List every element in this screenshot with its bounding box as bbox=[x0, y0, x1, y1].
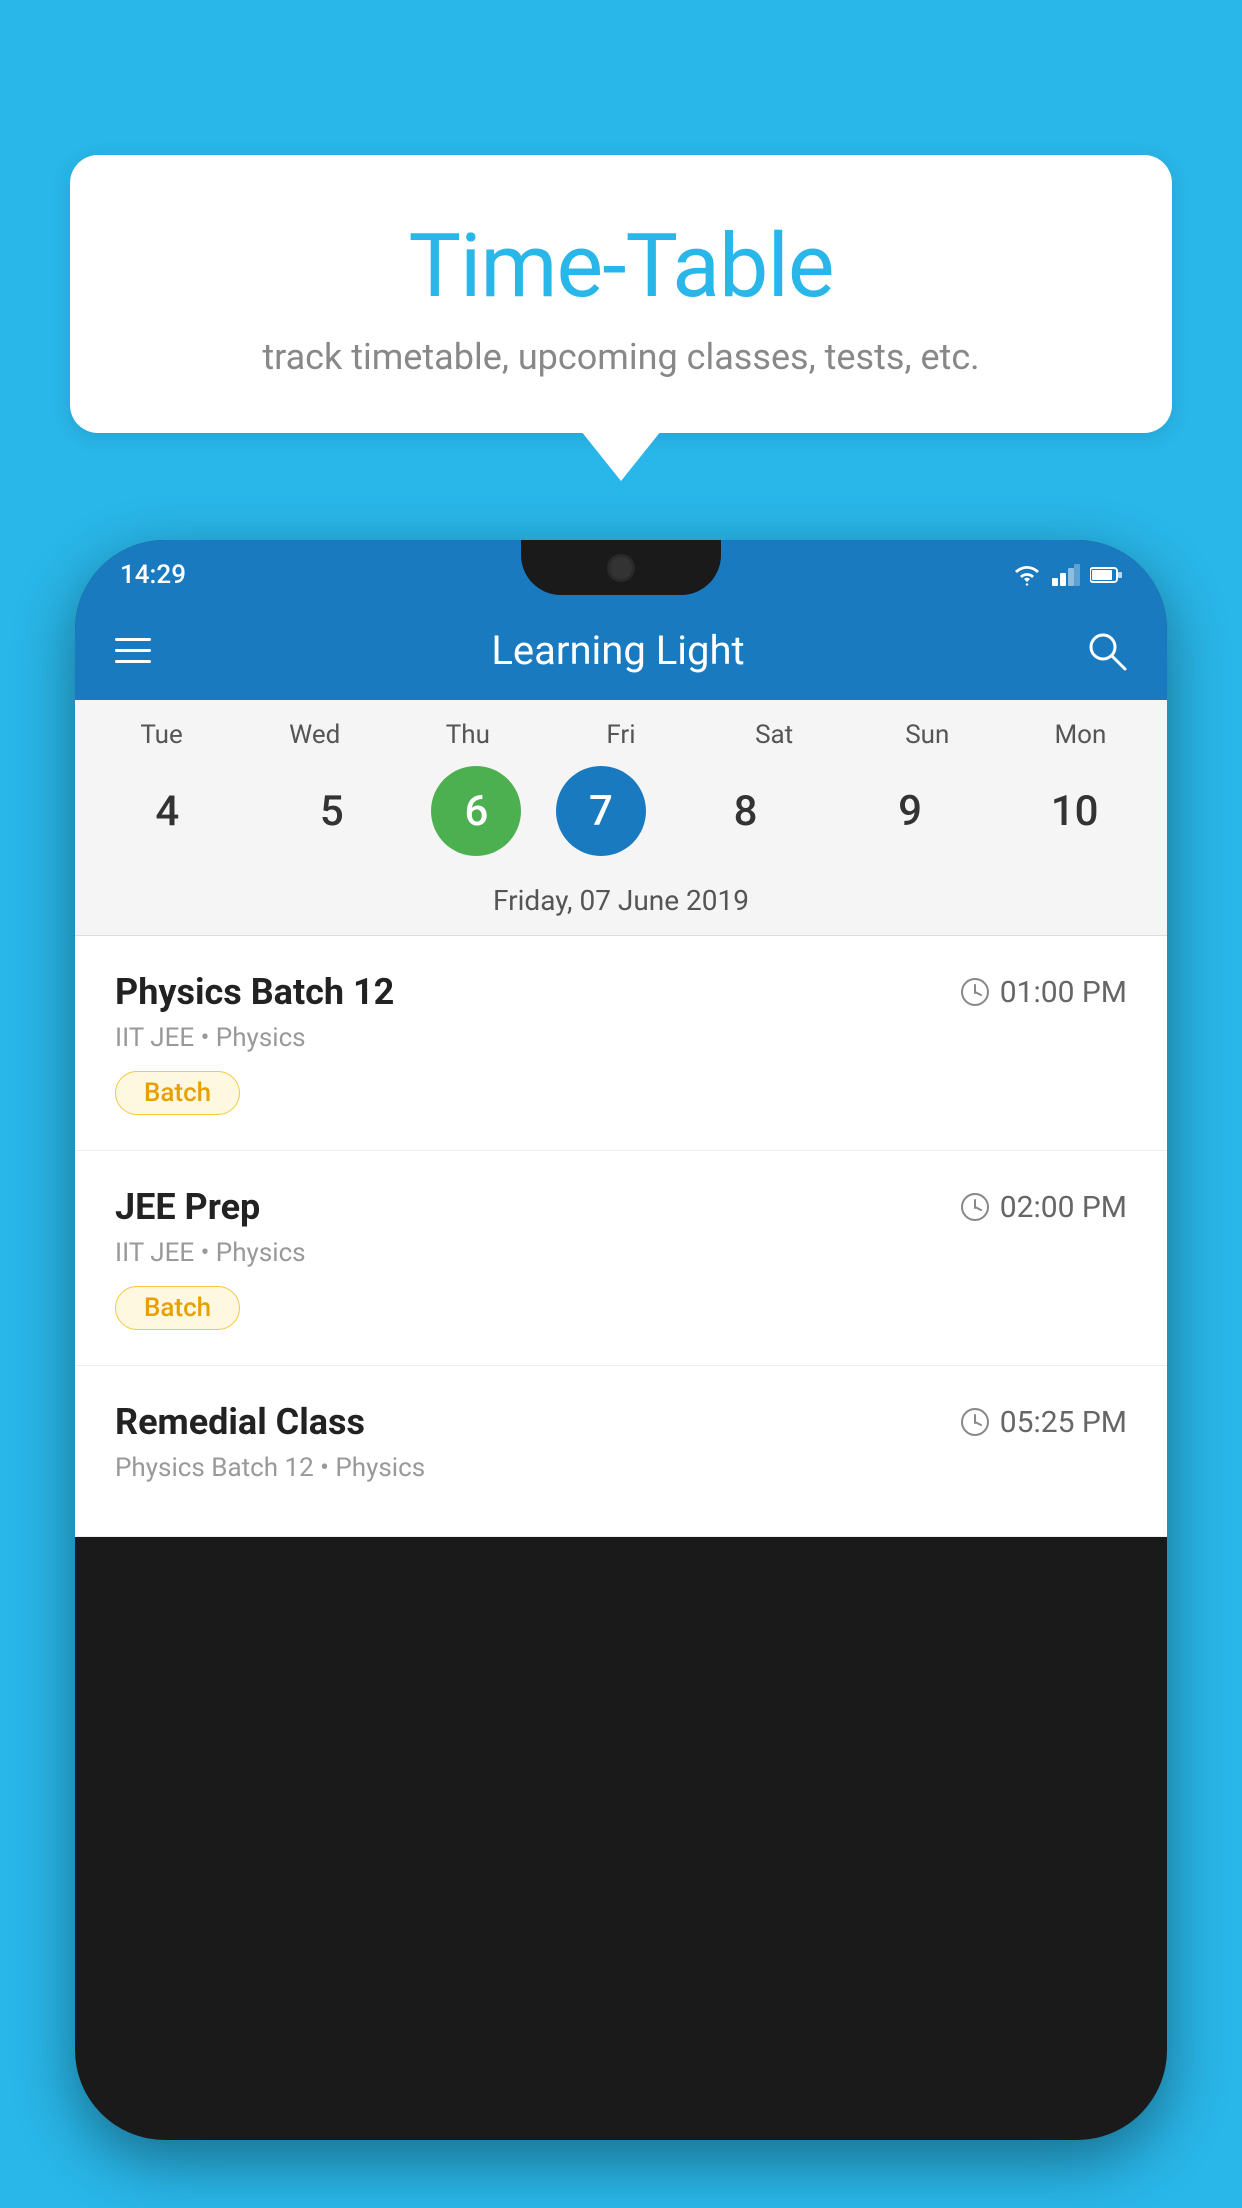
batch-badge-2: Batch bbox=[115, 1286, 240, 1330]
phone-frame: 14:29 bbox=[75, 540, 1167, 2140]
day-sun: Sun bbox=[862, 720, 992, 750]
battery-icon bbox=[1090, 566, 1122, 584]
phone-camera bbox=[607, 554, 635, 582]
clock-icon-3 bbox=[960, 1407, 990, 1437]
bubble-subtitle: track timetable, upcoming classes, tests… bbox=[120, 336, 1122, 378]
status-time: 14:29 bbox=[120, 560, 186, 590]
date-5[interactable]: 5 bbox=[267, 766, 397, 856]
schedule-title-2: JEE Prep bbox=[115, 1186, 260, 1228]
date-8[interactable]: 8 bbox=[681, 766, 811, 856]
wifi-icon bbox=[1012, 564, 1042, 586]
schedule-subtitle-2: IIT JEE • Physics bbox=[115, 1238, 1127, 1268]
clock-icon-2 bbox=[960, 1192, 990, 1222]
schedule-time-1: 01:00 PM bbox=[960, 975, 1127, 1010]
selected-date-label: Friday, 07 June 2019 bbox=[75, 874, 1167, 936]
day-fri: Fri bbox=[556, 720, 686, 750]
schedule-subtitle-1: IIT JEE • Physics bbox=[115, 1023, 1127, 1053]
menu-icon[interactable] bbox=[115, 638, 151, 663]
date-9[interactable]: 9 bbox=[845, 766, 975, 856]
schedule-subtitle-3: Physics Batch 12 • Physics bbox=[115, 1453, 1127, 1483]
app-header: Learning Light bbox=[75, 600, 1167, 700]
clock-icon-1 bbox=[960, 977, 990, 1007]
day-sat: Sat bbox=[709, 720, 839, 750]
schedule-time-2: 02:00 PM bbox=[960, 1190, 1127, 1225]
app-title: Learning Light bbox=[491, 627, 744, 674]
day-tue: Tue bbox=[97, 720, 227, 750]
calendar-section: Tue Wed Thu Fri Sat Sun Mon 4 5 6 7 8 9 … bbox=[75, 700, 1167, 936]
speech-bubble: Time-Table track timetable, upcoming cla… bbox=[70, 155, 1172, 433]
schedule-title-3: Remedial Class bbox=[115, 1401, 365, 1443]
batch-badge-1: Batch bbox=[115, 1071, 240, 1115]
date-10[interactable]: 10 bbox=[1010, 766, 1140, 856]
schedule-item-3[interactable]: Remedial Class 05:25 PM Physics Batch 12… bbox=[75, 1366, 1167, 1537]
phone-container: 14:29 bbox=[75, 540, 1167, 2208]
schedule-time-3: 05:25 PM bbox=[960, 1405, 1127, 1440]
day-wed: Wed bbox=[250, 720, 380, 750]
phone-notch bbox=[521, 540, 721, 595]
day-thu: Thu bbox=[403, 720, 533, 750]
signal-icon bbox=[1052, 564, 1080, 586]
date-7-selected[interactable]: 7 bbox=[556, 766, 646, 856]
bubble-title: Time-Table bbox=[120, 215, 1122, 318]
calendar-dates: 4 5 6 7 8 9 10 bbox=[75, 758, 1167, 874]
date-6-today[interactable]: 6 bbox=[431, 766, 521, 856]
schedule-title-1: Physics Batch 12 bbox=[115, 971, 394, 1013]
calendar-days-header: Tue Wed Thu Fri Sat Sun Mon bbox=[75, 700, 1167, 758]
schedule-item-2[interactable]: JEE Prep 02:00 PM IIT JEE • Physics Batc… bbox=[75, 1151, 1167, 1366]
schedule-list: Physics Batch 12 01:00 PM IIT JEE • Phys… bbox=[75, 936, 1167, 1537]
status-icons bbox=[1012, 564, 1122, 586]
search-icon[interactable] bbox=[1085, 629, 1127, 671]
schedule-item-1[interactable]: Physics Batch 12 01:00 PM IIT JEE • Phys… bbox=[75, 936, 1167, 1151]
day-mon: Mon bbox=[1015, 720, 1145, 750]
date-4[interactable]: 4 bbox=[102, 766, 232, 856]
